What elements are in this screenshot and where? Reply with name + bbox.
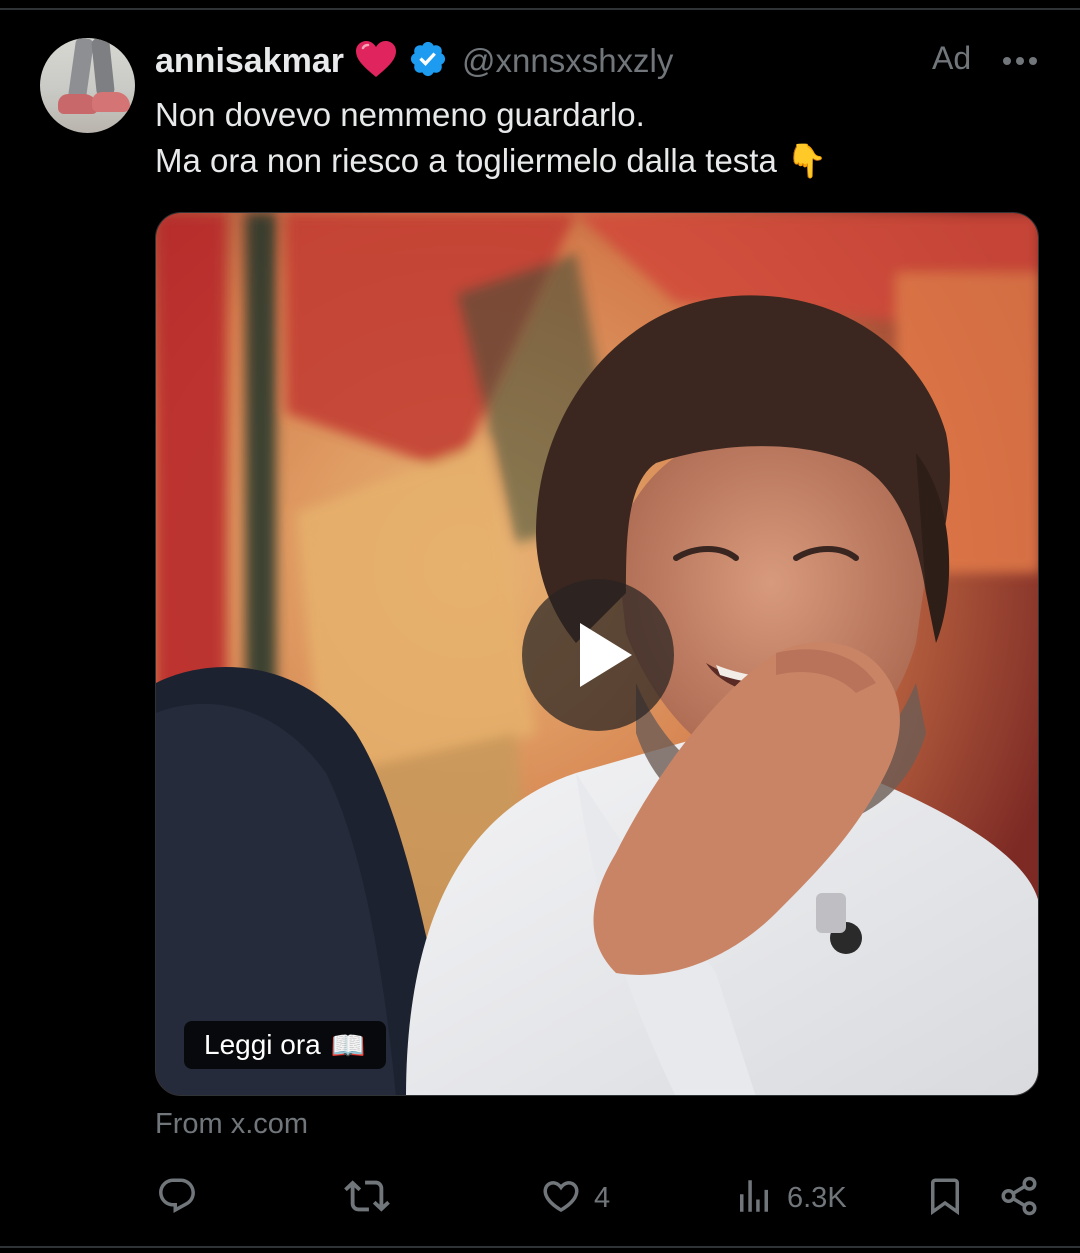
repost-button[interactable] xyxy=(344,1168,390,1228)
verified-badge-icon xyxy=(408,39,448,84)
ad-label: Ad xyxy=(932,40,972,76)
read-now-badge[interactable]: Leggi ora 📖 xyxy=(184,1021,386,1069)
like-count: 4 xyxy=(594,1181,611,1214)
views-count: 6.3K xyxy=(787,1181,847,1214)
display-name[interactable]: annisakmar xyxy=(155,42,344,81)
bookmark-icon xyxy=(924,1175,966,1222)
handle[interactable]: @xnnsxshxzly xyxy=(462,42,673,80)
bookmark-button[interactable] xyxy=(924,1168,966,1228)
video-media[interactable]: Leggi ora 📖 xyxy=(155,212,1039,1096)
like-icon xyxy=(540,1175,582,1222)
source-link[interactable]: From x.com xyxy=(155,1108,308,1141)
views-button[interactable]: 6.3K xyxy=(733,1168,847,1228)
post-text-line-2: Ma ora non riesco a togliermelo dalla te… xyxy=(155,142,828,179)
cta-label: Leggi ora xyxy=(204,1029,321,1060)
reply-icon xyxy=(156,1175,198,1222)
like-button[interactable]: 4 xyxy=(540,1168,610,1228)
share-icon xyxy=(998,1175,1040,1222)
top-divider xyxy=(0,8,1080,10)
avatar[interactable] xyxy=(40,38,135,133)
views-icon xyxy=(733,1175,775,1222)
post-text: Non dovevo nemmeno guardarlo. Ma ora non… xyxy=(155,92,827,184)
heart-emoji-icon xyxy=(354,39,398,84)
repost-icon xyxy=(344,1173,390,1224)
play-icon xyxy=(580,623,632,687)
book-emoji-icon: 📖 xyxy=(330,1029,366,1061)
reply-button[interactable] xyxy=(156,1168,198,1228)
more-button[interactable] xyxy=(998,44,1042,80)
post-text-line-1: Non dovevo nemmeno guardarlo. xyxy=(155,96,645,133)
share-button[interactable] xyxy=(998,1168,1040,1228)
action-bar: 4 6.3K xyxy=(0,1168,1080,1228)
post-header: annisakmar @xnnsxshxzly xyxy=(155,36,673,86)
bottom-divider xyxy=(0,1246,1080,1248)
play-button[interactable] xyxy=(522,579,674,731)
more-icon xyxy=(1002,53,1038,71)
